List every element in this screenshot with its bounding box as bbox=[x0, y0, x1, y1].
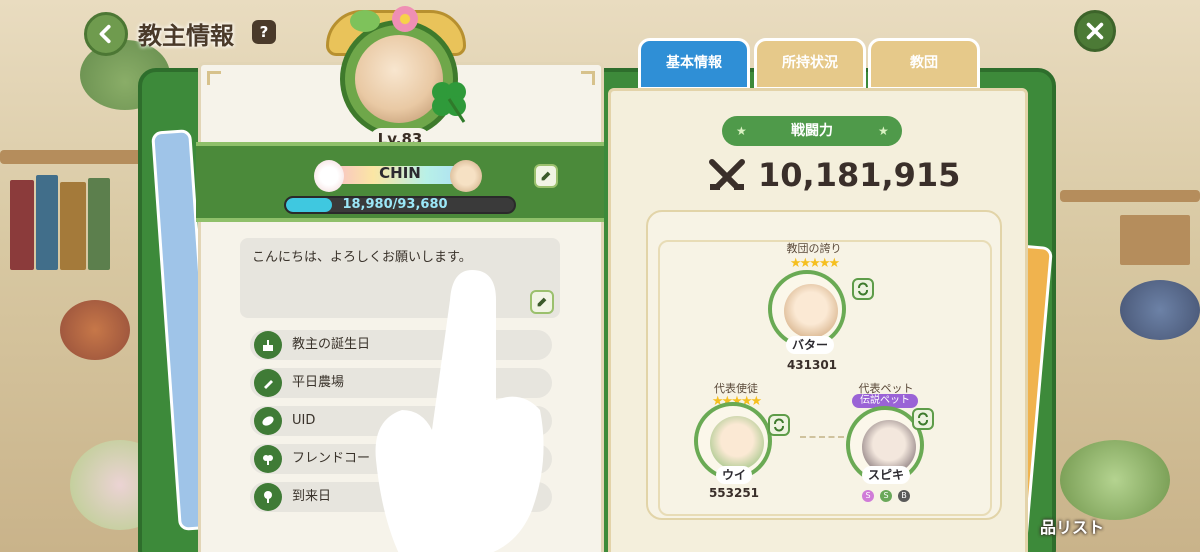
pride-stars: ★★★★★ bbox=[789, 256, 840, 271]
flower-icon bbox=[392, 6, 418, 32]
crossed-swords-icon bbox=[709, 159, 745, 190]
swap-icon bbox=[858, 282, 868, 296]
disciple-power: 553251 bbox=[708, 486, 760, 500]
clover-icon bbox=[432, 82, 466, 123]
tab-basic-info[interactable]: 基本情報 bbox=[638, 38, 750, 90]
exp-bar-fill bbox=[286, 198, 333, 212]
close-button[interactable] bbox=[1074, 10, 1116, 52]
star-icon: ★ bbox=[878, 124, 889, 138]
item-list-button[interactable]: 品リスト bbox=[1040, 514, 1104, 538]
tab-possession[interactable]: 所持状況 bbox=[754, 38, 866, 90]
back-button[interactable] bbox=[84, 12, 128, 56]
pet-skill-badge: B bbox=[898, 490, 910, 502]
pet-skill-badge: S bbox=[880, 490, 892, 502]
info-row-label: 平日農場 bbox=[292, 375, 345, 390]
pride-power: 431301 bbox=[786, 358, 838, 372]
greeting-text: こんにちは、よろしくお願いします。 bbox=[252, 250, 472, 265]
pride-label: 教団の誇り bbox=[786, 242, 842, 255]
player-name: CHIN bbox=[379, 164, 421, 182]
swap-icon bbox=[774, 418, 784, 432]
info-row-farm: 平日農場 bbox=[250, 368, 552, 398]
help-icon[interactable]: ? bbox=[252, 20, 276, 44]
swap-pet-button[interactable] bbox=[912, 408, 934, 430]
info-row-label: 到来日 bbox=[292, 489, 332, 504]
leaf-icon bbox=[254, 407, 282, 435]
info-row-label: フレンドコー bbox=[292, 451, 371, 466]
frog-icon bbox=[350, 10, 380, 32]
close-icon bbox=[1086, 22, 1104, 40]
swap-icon bbox=[918, 412, 928, 426]
combat-power-label: 戦闘力 bbox=[722, 116, 902, 146]
chevron-left-icon bbox=[99, 24, 111, 44]
edit-greeting-button[interactable] bbox=[530, 290, 554, 314]
pride-name: バター bbox=[786, 336, 835, 354]
page-title: 教主情報 bbox=[138, 22, 234, 50]
info-row-label: UID bbox=[292, 413, 316, 428]
info-row-label: 教主の誕生日 bbox=[292, 337, 371, 352]
disciple-name: ウイ bbox=[716, 466, 753, 484]
exp-text: 18,980/93,680 bbox=[342, 197, 448, 212]
greeting-message: こんにちは、よろしくお願いします。 bbox=[240, 238, 560, 318]
carrot-icon bbox=[254, 369, 282, 397]
info-row-arrival-date: 到来日 bbox=[250, 482, 552, 512]
pet-skill-badges: S S B bbox=[856, 490, 916, 502]
tab-guild[interactable]: 教団 bbox=[868, 38, 980, 90]
edit-name-button[interactable] bbox=[534, 164, 558, 188]
pet-skill-badge: S bbox=[862, 490, 874, 502]
star-icon: ★ bbox=[736, 124, 747, 138]
info-row-uid: UID bbox=[250, 406, 552, 436]
combat-power-value: 10,181,915 bbox=[758, 156, 961, 194]
pencil-icon bbox=[541, 171, 551, 181]
cake-icon bbox=[254, 331, 282, 359]
link-connector bbox=[800, 436, 844, 438]
sprout-icon bbox=[254, 445, 282, 473]
bud-icon bbox=[254, 483, 282, 511]
swap-disciple-button[interactable] bbox=[768, 414, 790, 436]
info-row-friend-code: フレンドコー bbox=[250, 444, 552, 474]
swap-pride-button[interactable] bbox=[852, 278, 874, 300]
info-row-birthday: 教主の誕生日 bbox=[250, 330, 552, 360]
pet-name: スピキ bbox=[862, 466, 911, 484]
pencil-icon bbox=[537, 297, 547, 307]
